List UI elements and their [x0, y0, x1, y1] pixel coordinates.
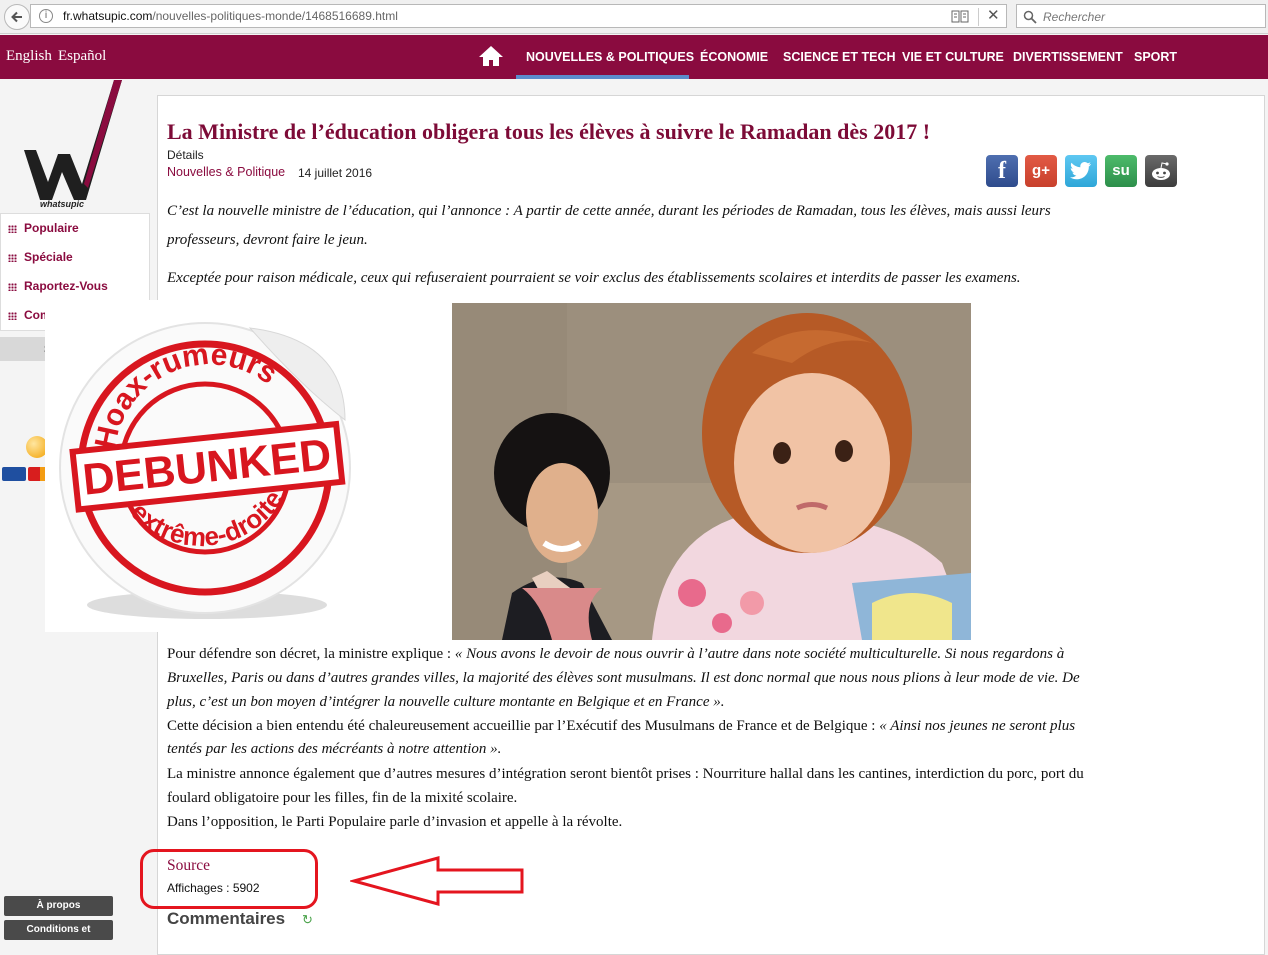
address-bar[interactable]: i fr.whatsupic.com/nouvelles-politiques-…: [30, 4, 1007, 28]
sidebar-item-raportez-vous[interactable]: Raportez-Vous: [1, 272, 149, 301]
nav-item-nouvelles-politiques[interactable]: NOUVELLES & POLITIQUES: [526, 50, 694, 64]
maestro-card-icon: [2, 467, 26, 481]
grid-icon: [8, 312, 17, 320]
body-p2-line2: tentés par les actions des mécréants à n…: [167, 741, 502, 757]
body-p1-line1: Pour défendre son décret, la ministre ex…: [167, 646, 1065, 662]
body-p3-line2: foulard obligatoire pour les filles, fin…: [167, 790, 518, 806]
intro-line-3: Exceptée pour raison médicale, ceux qui …: [167, 270, 1021, 286]
intro-line-2: professeurs, devront faire le jeun.: [167, 232, 368, 248]
body-p1-line3: plus, c’est un bon moyen d’intégrer la n…: [167, 694, 725, 710]
url-text: fr.whatsupic.com/nouvelles-politiques-mo…: [63, 9, 398, 23]
debunked-stamp-graphic: Hoax-rumeurs d'extrême-droite DEBUNKED: [59, 322, 351, 619]
nav-item-economie[interactable]: ÉCONOMIE: [700, 50, 768, 64]
sidebar-item-speciale[interactable]: Spéciale: [1, 243, 149, 272]
conditions-button[interactable]: Conditions et: [4, 920, 113, 940]
intro-line-1: C’est la nouvelle ministre de l’éducatio…: [167, 203, 1051, 219]
debunked-stamp: Hoax-rumeurs d'extrême-droite DEBUNKED: [45, 300, 365, 632]
twitter-icon[interactable]: [1065, 155, 1097, 187]
about-button[interactable]: À propos: [4, 896, 113, 916]
search-placeholder: Rechercher: [1043, 10, 1106, 24]
twitter-bird-icon: [1070, 162, 1091, 180]
article-title: La Ministre de l’éducation obligera tous…: [167, 119, 931, 144]
grid-icon: [8, 283, 17, 291]
whatsupic-logo[interactable]: [18, 80, 128, 205]
google-plus-icon[interactable]: g+: [1025, 155, 1057, 187]
grid-icon: [8, 254, 17, 262]
close-icon[interactable]: ✕: [987, 6, 1000, 24]
browser-search-input[interactable]: Rechercher: [1016, 4, 1266, 28]
publish-date: 14 juillet 2016: [298, 166, 373, 180]
reader-view-icon[interactable]: [951, 9, 969, 23]
browser-toolbar: i fr.whatsupic.com/nouvelles-politiques-…: [0, 0, 1268, 34]
photo-illustration: [452, 303, 971, 640]
search-icon: [1023, 10, 1037, 24]
refresh-icon[interactable]: ↻: [302, 912, 313, 928]
lang-english-link[interactable]: English: [6, 48, 52, 65]
grid-icon: [8, 225, 17, 233]
nav-active-indicator: [516, 75, 689, 79]
article-photo: [452, 303, 971, 640]
stumbleupon-icon[interactable]: su: [1105, 155, 1137, 187]
nav-item-sport[interactable]: SPORT: [1134, 50, 1177, 64]
sidebar-item-populaire[interactable]: Populaire: [1, 214, 149, 243]
info-icon[interactable]: i: [39, 9, 53, 23]
highlight-arrow-icon: [350, 856, 524, 906]
facebook-icon[interactable]: f: [986, 155, 1018, 187]
site-navbar: English Español NOUVELLES & POLITIQUES É…: [0, 35, 1268, 79]
comments-heading: Commentaires: [167, 909, 286, 928]
nav-item-science-tech[interactable]: SCIENCE ET TECH: [783, 50, 896, 64]
home-icon[interactable]: [478, 45, 504, 67]
back-button[interactable]: [4, 4, 30, 30]
logo-wordmark: whatsupic: [40, 199, 85, 209]
body-p4: Dans l’opposition, le Parti Populaire pa…: [167, 814, 623, 830]
category-link[interactable]: Nouvelles & Politique: [167, 165, 285, 179]
body-p2-line1: Cette décision a bien entendu été chaleu…: [167, 718, 1076, 734]
lang-espanol-link[interactable]: Español: [58, 48, 106, 65]
highlight-oval: [140, 849, 318, 909]
nav-item-divertissement[interactable]: DIVERTISSEMENT: [1013, 50, 1123, 64]
address-separator: [978, 8, 979, 26]
back-arrow-icon: [11, 11, 22, 23]
body-p1-line2: Bruxelles, Paris ou dans d’autres grande…: [167, 670, 1080, 686]
body-p3-line1: La ministre annonce également que d’autr…: [167, 766, 1084, 782]
reddit-alien-icon: [1152, 162, 1170, 180]
nav-item-vie-culture[interactable]: VIE ET CULTURE: [902, 50, 1004, 64]
details-label: Détails: [167, 148, 204, 162]
reddit-icon[interactable]: [1145, 155, 1177, 187]
